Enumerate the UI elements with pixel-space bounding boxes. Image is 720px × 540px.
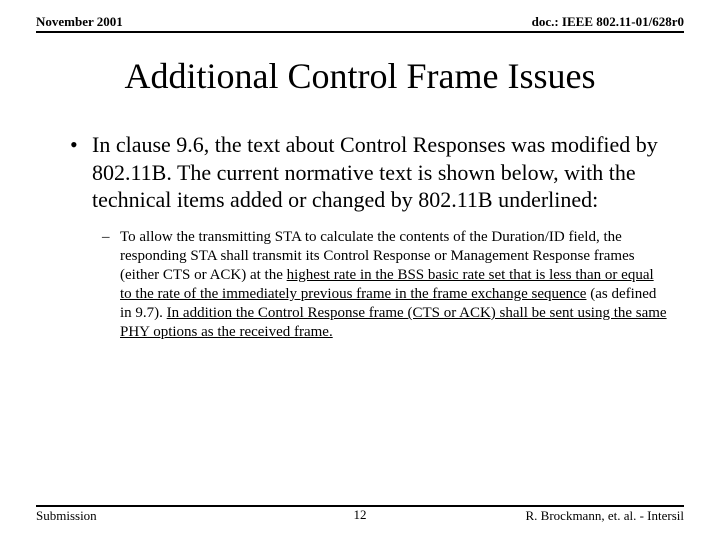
quote-underline-2: In addition the Control Response frame (…	[120, 305, 667, 340]
header: November 2001 doc.: IEEE 802.11-01/628r0	[36, 14, 684, 33]
slide-title: Additional Control Frame Issues	[36, 55, 684, 97]
header-doc-id: doc.: IEEE 802.11-01/628r0	[532, 14, 684, 30]
footer: Submission R. Brockmann, et. al. - Inter…	[36, 505, 684, 524]
bullet-level-2: – To allow the transmitting STA to calcu…	[70, 228, 674, 343]
body: • In clause 9.6, the text about Control …	[36, 131, 684, 343]
bullet-marker: •	[70, 131, 92, 214]
bullet-level-1: • In clause 9.6, the text about Control …	[70, 131, 674, 214]
bullet-marker: –	[102, 228, 120, 343]
bullet-text: In clause 9.6, the text about Control Re…	[92, 131, 674, 214]
header-date: November 2001	[36, 14, 123, 30]
page-number: 12	[36, 507, 684, 523]
bullet-text: To allow the transmitting STA to calcula…	[120, 228, 668, 343]
